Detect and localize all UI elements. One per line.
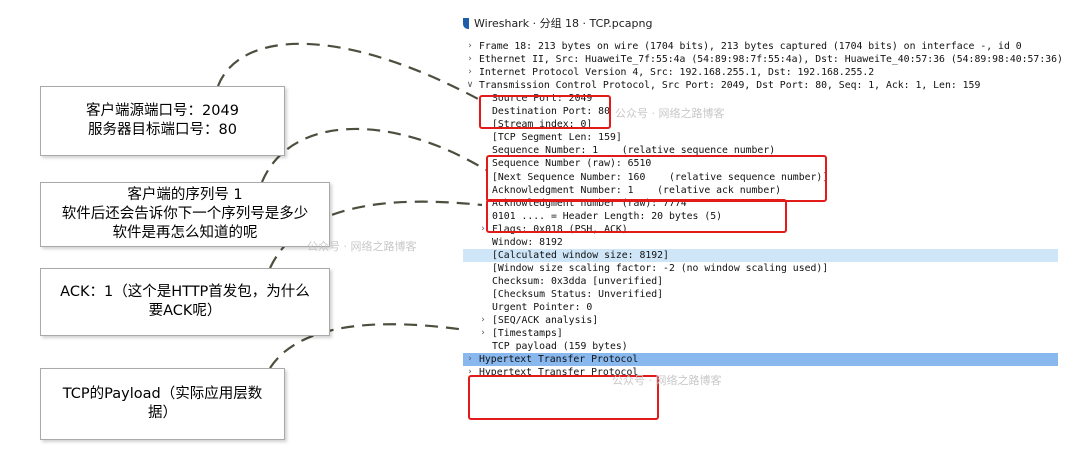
chevron-right-icon[interactable]: ›: [465, 353, 475, 366]
tree-row-label: [TCP Segment Len: 159]: [492, 132, 622, 144]
tree-row[interactable]: › Hypertext Transfer Protocol: [463, 353, 1058, 367]
annotation-ports: 客户端源端口号：2049 服务器目标端口号：80: [40, 86, 285, 156]
chevron-right-icon[interactable]: ›: [478, 314, 488, 327]
tree-row[interactable]: [Window size scaling factor: -2 (no wind…: [463, 262, 1058, 275]
chevron-down-icon[interactable]: ∨: [465, 79, 475, 92]
tree-row-label: Ethernet II, Src: HuaweiTe_7f:55:4a (54:…: [479, 54, 1063, 66]
tree-row-label: Internet Protocol Version 4, Src: 192.16…: [479, 67, 875, 79]
watermark: 公众号 · 网络之路博客: [307, 240, 417, 253]
chevron-right-icon[interactable]: ›: [465, 66, 475, 79]
tree-row[interactable]: Window: 8192: [463, 236, 1058, 249]
annotation-sequence: 客户端的序列号 1 软件后还会告诉你下一个序列号是多少 软件是再怎么知道的呢: [40, 182, 330, 247]
wireshark-logo-icon: [463, 17, 469, 29]
tree-row[interactable]: [TCP Segment Len: 159]: [463, 131, 1058, 144]
tree-row[interactable]: › Ethernet II, Src: HuaweiTe_7f:55:4a (54…: [463, 53, 1063, 66]
annotation-line: 要ACK呢）: [148, 303, 222, 319]
annotation-line: 客户端源端口号：2049: [86, 103, 239, 119]
highlight-box-ack: [486, 199, 787, 233]
tree-row-label: Transmission Control Protocol, Src Port:…: [479, 80, 981, 92]
annotation-line: 软件后还会告诉你下一个序列号是多少: [61, 206, 309, 222]
tree-row[interactable]: [Checksum Status: Unverified]: [463, 288, 1058, 301]
annotation-line: 软件是再怎么知道的呢: [112, 225, 258, 241]
tree-row[interactable]: › [Timestamps]: [463, 327, 1058, 340]
highlight-box-sequence: [486, 155, 827, 202]
window-title: Wireshark · 分组 18 · TCP.pcapng: [463, 15, 652, 31]
annotation-line: TCP的Payload（实际应用层数: [62, 386, 263, 402]
tree-row-label: [Timestamps]: [492, 328, 563, 340]
tree-row[interactable]: [Calculated window size: 8192]: [463, 248, 1058, 262]
tree-row-label: [SEQ/ACK analysis]: [492, 315, 599, 327]
tree-row[interactable]: TCP payload (159 bytes): [463, 340, 1058, 353]
annotation-payload: TCP的Payload（实际应用层数 据）: [40, 368, 285, 440]
chevron-right-icon[interactable]: ›: [478, 327, 488, 340]
tree-row[interactable]: Urgent Pointer: 0: [463, 301, 1058, 314]
window-title-text: Wireshark · 分组 18 · TCP.pcapng: [474, 17, 653, 30]
tree-row-label: [Window size scaling factor: -2 (no wind…: [492, 262, 829, 274]
tree-row-label: [Checksum Status: Unverified]: [492, 288, 664, 300]
chevron-right-icon[interactable]: ›: [465, 40, 475, 53]
watermark: 公众号 · 网络之路博客: [615, 107, 725, 120]
tree-row-label: Urgent Pointer: 0: [492, 302, 593, 313]
tree-row[interactable]: Checksum: 0x3dda [unverified]: [463, 275, 1058, 288]
annotation-line: 服务器目标端口号：80: [88, 122, 237, 138]
chevron-right-icon[interactable]: ›: [465, 53, 475, 66]
annotation-line: 据）: [148, 405, 177, 421]
tree-row-label: Window: 8192: [492, 236, 563, 248]
annotation-line: ACK：1（这个是HTTP首发包，为什么: [60, 284, 310, 300]
tree-row-label: Frame 18: 213 bytes on wire (1704 bits),…: [479, 41, 1022, 52]
connector-curve-sequence: [260, 127, 487, 183]
annotation-ack: ACK：1（这个是HTTP首发包，为什么 要ACK呢）: [40, 268, 330, 336]
tree-row-label: Hypertext Transfer Protocol: [479, 354, 639, 366]
tree-row[interactable]: ∨ Transmission Control Protocol, Src Port…: [463, 79, 1058, 92]
tree-row-label: Checksum: 0x3dda [unverified]: [492, 275, 664, 287]
tree-row[interactable]: › Internet Protocol Version 4, Src: 192.1…: [463, 66, 1058, 79]
watermark: 公众号 · 网络之路博客: [612, 374, 722, 387]
tree-row-label: [Calculated window size: 8192]: [492, 249, 669, 261]
tree-row[interactable]: › Frame 18: 213 bytes on wire (1704 bits)…: [463, 40, 1058, 53]
highlight-box-ports: [479, 95, 611, 129]
tree-row[interactable]: › [SEQ/ACK analysis]: [463, 314, 1058, 327]
annotation-line: 客户端的序列号 1: [127, 187, 243, 203]
tree-row-label: TCP payload (159 bytes): [492, 341, 628, 353]
